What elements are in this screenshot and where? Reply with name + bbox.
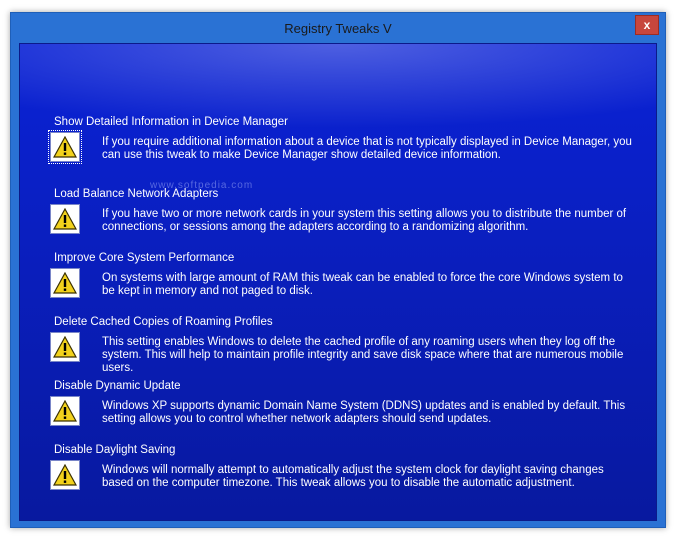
tweak-description: Windows will normally attempt to automat… bbox=[102, 464, 604, 489]
tweak-title: Improve Core System Performance bbox=[54, 252, 235, 264]
title-bar[interactable]: Registry Tweaks V x bbox=[11, 13, 665, 43]
tweak-toggle-button[interactable] bbox=[50, 460, 80, 490]
tweak-title: Load Balance Network Adapters bbox=[54, 188, 219, 200]
warning-icon bbox=[53, 272, 77, 294]
warning-icon bbox=[53, 136, 77, 158]
tweak-description: On systems with large amount of RAM this… bbox=[102, 272, 623, 297]
tweak-item: Load Balance Network Adapters If you hav… bbox=[20, 188, 656, 252]
tweak-title: Delete Cached Copies of Roaming Profiles bbox=[54, 316, 273, 328]
tweak-description: If you have two or more network cards in… bbox=[102, 208, 627, 233]
warning-icon bbox=[53, 400, 77, 422]
tweak-item: Disable Daylight Saving Windows will nor… bbox=[20, 444, 656, 508]
tweak-description: Windows XP supports dynamic Domain Name … bbox=[102, 400, 626, 425]
tweak-description: This setting enables Windows to delete t… bbox=[102, 336, 624, 374]
tweaks-panel: www.softpedia.com Show Detailed Informat… bbox=[19, 43, 657, 521]
tweak-item: Disable Dynamic Update Windows XP suppor… bbox=[20, 380, 656, 444]
tweak-toggle-button[interactable] bbox=[50, 396, 80, 426]
tweak-toggle-button[interactable] bbox=[50, 204, 80, 234]
tweak-item: Improve Core System Performance On syste… bbox=[20, 252, 656, 316]
tweak-item: Delete Cached Copies of Roaming Profiles… bbox=[20, 316, 656, 380]
tweak-title: Disable Daylight Saving bbox=[54, 444, 176, 456]
close-button[interactable]: x bbox=[635, 15, 659, 35]
tweak-toggle-button[interactable] bbox=[50, 332, 80, 362]
tweak-title: Disable Dynamic Update bbox=[54, 380, 181, 392]
tweak-description: If you require additional information ab… bbox=[102, 136, 632, 161]
tweak-toggle-button[interactable] bbox=[48, 130, 82, 164]
tweak-title: Show Detailed Information in Device Mana… bbox=[54, 116, 288, 128]
tweak-toggle-button[interactable] bbox=[50, 268, 80, 298]
app-window: Registry Tweaks V x www.softpedia.com Sh… bbox=[10, 12, 666, 528]
warning-icon bbox=[53, 336, 77, 358]
warning-icon bbox=[53, 208, 77, 230]
tweak-item: Show Detailed Information in Device Mana… bbox=[20, 116, 656, 180]
warning-icon bbox=[53, 464, 77, 486]
window-title: Registry Tweaks V bbox=[284, 21, 392, 36]
